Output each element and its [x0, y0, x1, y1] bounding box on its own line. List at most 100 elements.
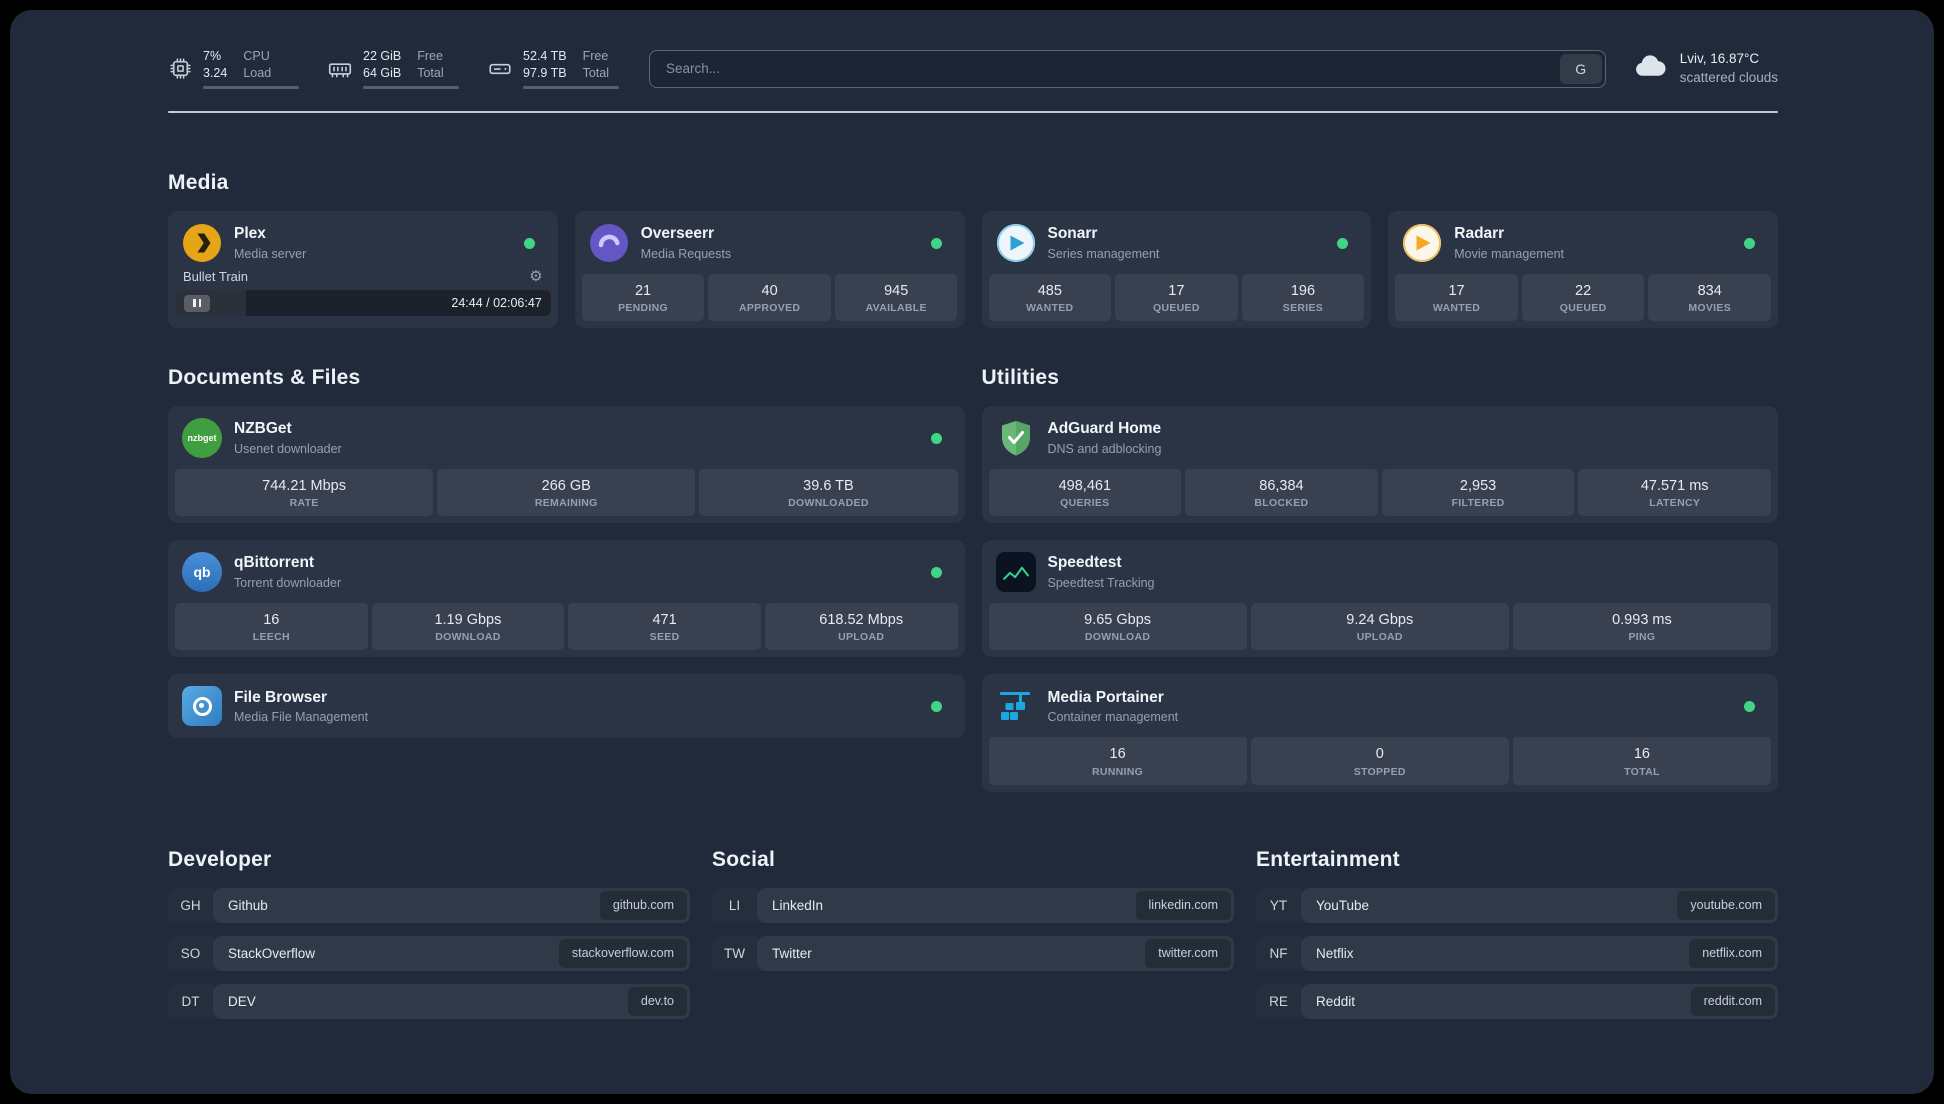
bookmark-name: Reddit [1316, 993, 1356, 1009]
bookmark-group-developer: Developer GH Github github.com SO StackO… [168, 848, 690, 1019]
stat: 2,953 FILTERED [1381, 469, 1575, 517]
section-title-utilities: Utilities [981, 366, 1060, 390]
service-card-portainer[interactable]: Media Portainer Container management 16 … [981, 674, 1778, 792]
service-stats: 16 LEECH 1.19 Gbps DOWNLOAD 471 SEED 618… [175, 603, 958, 651]
disk-widget: 52.4 TB 97.9 TB Free Total [487, 48, 619, 89]
cpu-usage: 7% [203, 49, 222, 64]
service-description: Media File Management [234, 710, 369, 725]
service-stats: 16 RUNNING 0 STOPPED 16 TOTAL [988, 737, 1772, 785]
service-stats: 485 WANTED 17 QUEUED 196 SERIES [988, 274, 1365, 322]
bookmark-domain: netflix.com [1689, 938, 1775, 968]
disk-total: 97.9 TB [523, 65, 567, 80]
stat: 9.65 Gbps DOWNLOAD [988, 603, 1247, 651]
service-stats: 498,461 QUERIES 86,384 BLOCKED 2,953 FIL… [988, 469, 1771, 517]
stat-label: QUERIES [1060, 497, 1110, 510]
service-card-filebrowser[interactable]: File Browser Media File Management [168, 674, 965, 739]
cpu-progress-bar [203, 85, 299, 89]
stat-value: 196 [1290, 283, 1316, 299]
stat: 16 LEECH [175, 603, 368, 651]
service-card-sonarr[interactable]: Sonarr Series management 485 WANTED 17 Q… [981, 211, 1372, 329]
bookmark-abbr: SO [180, 945, 201, 961]
bookmark-domain: reddit.com [1690, 986, 1775, 1016]
bookmark-netflix[interactable]: NF Netflix netflix.com [1256, 935, 1778, 971]
bookmark-youtube[interactable]: YT YouTube youtube.com [1256, 887, 1778, 923]
stat: 1.19 Gbps DOWNLOAD [371, 603, 565, 651]
speedtest-icon [995, 552, 1036, 593]
bookmark-stackoverflow[interactable]: SO StackOverflow stackoverflow.com [168, 935, 690, 971]
stat-value: 16 [263, 612, 280, 629]
stat-value: 17 [1168, 283, 1185, 299]
service-description: Series management [1047, 246, 1160, 261]
stat: 40 APPROVED [708, 274, 831, 322]
status-dot [1337, 237, 1349, 249]
service-stats: 744.21 Mbps RATE 266 GB REMAINING 39.6 T… [175, 469, 958, 517]
stat-label: REMAINING [534, 497, 598, 510]
service-card-nzbget[interactable]: nzbget NZBGet Usenet downloader 744.21 M… [168, 406, 965, 524]
disk-free: 52.4 TB [523, 49, 567, 64]
stat: 498,461 QUERIES [988, 469, 1182, 517]
bookmark-name: DEV [228, 993, 256, 1009]
bookmark-linkedin[interactable]: LI LinkedIn linkedin.com [712, 887, 1234, 923]
service-card-plex[interactable]: Plex Media server Bullet Train ⚙ 24:44 /… [168, 211, 558, 329]
service-card-overseerr[interactable]: Overseerr Media Requests 21 PENDING 40 A… [574, 211, 965, 329]
service-card-adguard[interactable]: AdGuard Home DNS and adblocking 498,461 … [981, 406, 1778, 524]
sonarr-icon [996, 223, 1036, 263]
cpu-labels: CPU Load [243, 49, 272, 80]
stat-label: DOWNLOAD [435, 631, 501, 644]
status-dot [523, 237, 535, 249]
bookmark-group-title: Social [712, 847, 776, 871]
stat-label: LEECH [252, 631, 290, 644]
bookmark-domain: stackoverflow.com [558, 938, 687, 968]
service-name: Overseerr [640, 225, 715, 243]
qbittorrent-icon: qb [182, 552, 222, 593]
service-description: Usenet downloader [234, 441, 342, 456]
pause-button[interactable] [184, 294, 210, 312]
gear-icon[interactable]: ⚙ [529, 269, 542, 284]
service-card-qbittorrent[interactable]: qb qBittorrent Torrent downloader 16 LEE… [168, 540, 965, 658]
stat: 47.571 ms LATENCY [1578, 469, 1771, 517]
bookmark-twitter[interactable]: TW Twitter twitter.com [712, 935, 1234, 971]
cpu-widget: 7% 3.24 CPU Load [168, 48, 299, 89]
stat-label: LATENCY [1649, 497, 1701, 510]
section-media: Media Plex Media server Bullet Train ⚙ 2… [168, 171, 1778, 329]
radarr-icon [1402, 223, 1442, 263]
bookmark-name: Netflix [1316, 945, 1354, 961]
stat-value: 471 [652, 612, 677, 629]
service-name: NZBGet [234, 420, 292, 438]
search-provider-button[interactable]: G [1559, 53, 1602, 84]
stat-value: 47.571 ms [1640, 478, 1709, 495]
stat-label: PENDING [618, 302, 669, 315]
stat-value: 9.24 Gbps [1346, 612, 1414, 629]
bookmark-name: Github [228, 897, 268, 913]
bookmark-github[interactable]: GH Github github.com [168, 887, 690, 923]
service-card-speedtest[interactable]: Speedtest Speedtest Tracking 9.65 Gbps D… [981, 540, 1778, 658]
stat-value: 945 [884, 283, 909, 299]
weather-widget: Lviv, 16.87°C scattered clouds [1632, 48, 1778, 89]
disk-icon [487, 56, 513, 82]
bookmark-domain: youtube.com [1677, 890, 1775, 920]
service-description: Torrent downloader [234, 576, 342, 591]
service-card-radarr[interactable]: Radarr Movie management 17 WANTED 22 QUE… [1388, 211, 1778, 329]
stat-label: TOTAL [1624, 765, 1660, 778]
stat-value: 266 GB [541, 478, 591, 495]
section-title-media: Media [168, 171, 229, 194]
bookmark-domain: linkedin.com [1135, 890, 1231, 920]
stat-label: WANTED [1432, 302, 1481, 315]
bookmark-domain: github.com [599, 890, 687, 920]
bookmark-abbr: GH [180, 897, 201, 913]
bookmark-domain: twitter.com [1145, 938, 1231, 968]
bookmark-group-social: Social LI LinkedIn linkedin.com TW Twitt… [712, 848, 1234, 1019]
search-input[interactable] [650, 50, 1560, 87]
stat-value: 0.993 ms [1612, 612, 1672, 629]
service-description: Speedtest Tracking [1047, 576, 1155, 591]
disk-labels: Free Total [582, 49, 609, 80]
bookmark-dev[interactable]: DT DEV dev.to [168, 983, 690, 1019]
plex-now-playing: Bullet Train ⚙ 24:44 / 02:06:47 [175, 268, 551, 316]
bookmark-abbr: DT [181, 993, 200, 1009]
stat: 196 SERIES [1241, 274, 1365, 322]
weather-condition: scattered clouds [1679, 69, 1778, 85]
stat: 9.24 Gbps UPLOAD [1250, 603, 1509, 651]
bookmark-reddit[interactable]: RE Reddit reddit.com [1256, 983, 1778, 1019]
bookmark-group-title: Entertainment [1256, 847, 1400, 871]
stat-label: FILTERED [1451, 497, 1505, 510]
